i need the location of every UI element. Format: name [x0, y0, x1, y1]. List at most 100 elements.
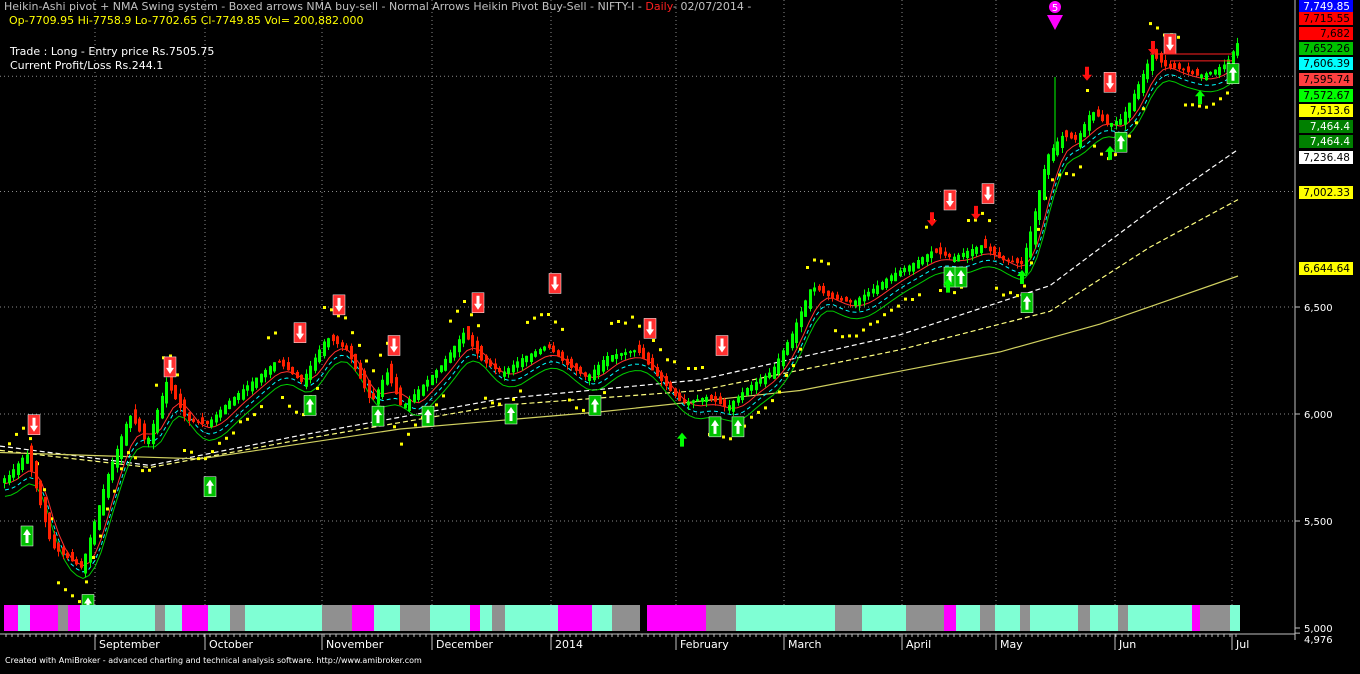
candle-body: [683, 399, 686, 403]
pivot-dot: [561, 327, 564, 331]
candle-body: [507, 368, 510, 374]
date-tick-label: March: [788, 638, 822, 651]
pivot-dot: [414, 423, 417, 427]
trend-segment: [944, 605, 956, 631]
candle-body: [1083, 124, 1086, 138]
pivot-dot: [274, 331, 277, 335]
chart-title-text: Heikin-Ashi pivot + NMA Swing system - B…: [4, 0, 642, 13]
candle-body: [552, 345, 555, 353]
date-tick-label: September: [99, 638, 160, 651]
price-chart[interactable]: 5 6,500 6,000 5,500 5,0004,976 7,749.857,715…: [0, 0, 1360, 674]
buy-arrow-icon: [1105, 145, 1115, 160]
price-label-text: 6,644.64: [1303, 263, 1350, 275]
candle-body: [282, 359, 285, 367]
candle-body: [341, 342, 344, 347]
candle-body: [354, 353, 357, 370]
candle-body: [795, 322, 798, 343]
candle-body: [993, 246, 996, 255]
candle-body: [1178, 63, 1181, 70]
candle-body: [543, 346, 546, 351]
trend-segment: [165, 605, 182, 631]
trend-segment: [1200, 605, 1230, 631]
candle-body: [381, 379, 384, 397]
candle-body: [921, 257, 924, 265]
pivot-dot: [1219, 97, 1222, 101]
candle-body: [818, 285, 821, 291]
candle-body: [489, 360, 492, 367]
pivot-dot: [967, 219, 970, 222]
pivot-dot: [526, 320, 529, 324]
candle-body: [800, 311, 803, 328]
pivot-dot: [92, 556, 95, 559]
candle-body: [408, 399, 411, 411]
candle-body: [1214, 69, 1217, 75]
candle-body: [336, 336, 339, 345]
pivot-dot: [533, 316, 536, 320]
date-axis[interactable]: September October November December 2014 Febr…: [5, 634, 1249, 651]
candle-body: [156, 409, 159, 433]
candle-body: [80, 561, 83, 568]
candle-body: [39, 480, 42, 506]
pivot-dot: [862, 328, 865, 332]
candle-body: [395, 377, 398, 395]
pivot-dot: [477, 324, 480, 328]
candle-body: [1209, 71, 1212, 75]
candle-body: [539, 348, 542, 355]
moving-average-line: [0, 275, 1239, 460]
candle-body: [467, 326, 470, 340]
candle-body: [1191, 71, 1194, 75]
pivot-dot: [855, 334, 858, 338]
trend-segment: [906, 605, 944, 631]
price-axis[interactable]: 6,500 6,000 5,500 5,0004,976 7,749.857,715.5…: [1295, 0, 1353, 646]
pivot-dot: [225, 436, 228, 440]
pivot-dot: [127, 451, 130, 455]
candle-body: [1011, 260, 1014, 263]
candle-body: [575, 363, 578, 371]
pivot-dot: [29, 437, 32, 441]
candle-body: [881, 282, 884, 290]
date-tick-label: Jul: [1235, 638, 1249, 651]
candle-body: [629, 351, 632, 354]
price-label-text: 7,572.67: [1303, 90, 1350, 102]
candle-body: [570, 358, 573, 368]
pivot-dot: [491, 401, 494, 405]
candle-body: [305, 373, 308, 387]
pivot-dot: [827, 262, 830, 266]
candle-body: [714, 396, 717, 402]
candle-body: [480, 346, 483, 361]
candle-body: [597, 364, 600, 376]
candle-body: [687, 401, 690, 406]
candle-body: [206, 420, 209, 425]
trend-segment: [592, 605, 612, 631]
candle-body: [201, 417, 204, 424]
pivot-dot: [729, 437, 732, 441]
pivot-dot: [1051, 178, 1054, 182]
pivot-dot: [407, 432, 410, 436]
candle-body: [741, 392, 744, 401]
price-label-text: 7,464.4: [1310, 136, 1350, 148]
pivot-dot: [568, 398, 571, 402]
price-tick-label: 5,500: [1304, 517, 1333, 528]
trade-pl-text: Current Profit/Loss Rs.244.1: [10, 59, 164, 72]
pivot-dot: [554, 320, 557, 324]
candle-body: [1074, 134, 1077, 140]
candle-body: [53, 534, 56, 549]
candle-body: [219, 409, 222, 418]
candle-body: [728, 405, 731, 411]
pivot-dot: [722, 435, 725, 439]
candle-body: [1092, 112, 1095, 121]
candle-body: [300, 374, 303, 382]
candle-body: [858, 297, 861, 306]
candle-body: [512, 364, 515, 373]
pivot-dot: [484, 396, 487, 400]
pivot-dot: [260, 405, 263, 409]
candle-body: [1034, 211, 1037, 245]
pivot-dot: [1093, 144, 1096, 148]
pivot-dot: [603, 391, 606, 395]
price-label-text: 7,464.4: [1310, 121, 1350, 133]
candle-body: [588, 374, 591, 381]
candle-body: [1002, 255, 1005, 261]
candle-body: [377, 389, 380, 405]
pivot-dot: [85, 580, 88, 584]
price-label-text: 7,749.85: [1303, 1, 1350, 13]
